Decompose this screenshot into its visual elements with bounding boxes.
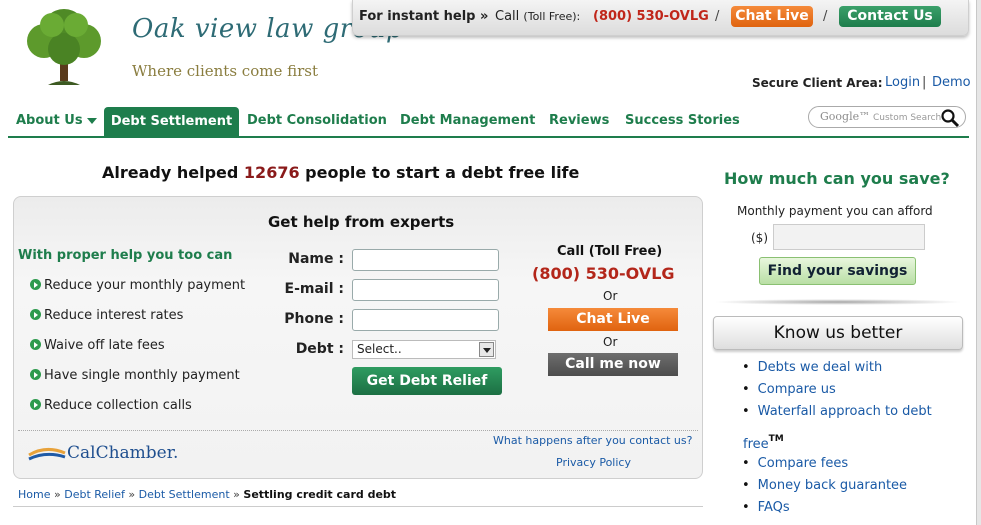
divider	[13, 506, 703, 507]
breadcrumb-current: Settling credit card debt	[243, 488, 397, 501]
arrow-bullet-icon	[30, 339, 41, 350]
know-link-waterfall-cont[interactable]: freeTM	[743, 434, 784, 452]
benefit-item: Reduce collection calls	[30, 398, 192, 413]
get-debt-relief-button[interactable]: Get Debt Relief	[352, 367, 502, 395]
benefit-item: Reduce your monthly payment	[30, 278, 245, 293]
nav-debt-consolidation[interactable]: Debt Consolidation	[247, 113, 387, 128]
breadcrumb-debt-relief[interactable]: Debt Relief	[64, 488, 125, 501]
phone-label: Phone :	[284, 311, 344, 327]
dollar-label: ($)	[751, 231, 768, 245]
phone-field[interactable]	[352, 309, 499, 331]
instant-help-bar: For instant help » Call (Toll Free): (80…	[352, 0, 969, 36]
debt-label: Debt :	[295, 341, 344, 357]
search-placeholder: Google™ Custom Search	[820, 110, 942, 123]
call-label: Call (Toll Free):	[495, 9, 581, 24]
benefit-item: Have single monthly payment	[30, 368, 240, 383]
call-phone-number[interactable]: (800) 530-OVLG	[532, 264, 675, 283]
nav-success-stories[interactable]: Success Stories	[625, 113, 740, 128]
login-link[interactable]: Login	[885, 75, 920, 90]
chat-live-button[interactable]: Chat Live	[731, 6, 813, 27]
call-toll-free-label: Call (Toll Free)	[557, 244, 663, 259]
name-field[interactable]	[352, 249, 499, 271]
dropdown-arrow-icon[interactable]	[479, 342, 494, 357]
name-label: Name :	[288, 251, 344, 267]
debt-select-value: Select..	[357, 342, 402, 356]
know-link-guarantee[interactable]: Money back guarantee	[742, 478, 907, 493]
scrollbar[interactable]	[976, 0, 981, 525]
know-link-faqs[interactable]: FAQs	[742, 500, 790, 515]
monthly-payment-label: Monthly payment you can afford	[737, 204, 933, 218]
benefit-item: Reduce interest rates	[30, 308, 183, 323]
separator: /	[715, 9, 720, 24]
nav-debt-settlement[interactable]: Debt Settlement	[104, 107, 239, 137]
know-link-compare[interactable]: Compare us	[742, 382, 836, 397]
know-link-debts[interactable]: Debts we deal with	[742, 360, 883, 375]
or-text: Or	[603, 335, 618, 349]
brand-tagline: Where clients come first	[132, 62, 318, 80]
secure-separator: |	[922, 75, 927, 90]
divider	[18, 430, 698, 431]
find-savings-button[interactable]: Find your savings	[759, 257, 916, 285]
or-text: Or	[603, 289, 618, 303]
nav-debt-management[interactable]: Debt Management	[400, 113, 535, 128]
what-happens-link[interactable]: What happens after you contact us?	[493, 434, 692, 447]
panel-title: Get help from experts	[268, 213, 455, 231]
oak-tree-logo	[27, 9, 101, 85]
savings-title: How much can you save?	[724, 169, 950, 188]
calchamber-swoosh-icon	[28, 448, 66, 461]
contact-us-button[interactable]: Contact Us	[839, 6, 941, 27]
helped-headline: Already helped 12676 people to start a d…	[102, 163, 580, 182]
debt-select[interactable]: Select..	[352, 340, 496, 359]
breadcrumb-debt-settlement[interactable]: Debt Settlement	[139, 488, 230, 501]
email-label: E-mail :	[284, 281, 344, 297]
arrow-bullet-icon	[30, 369, 41, 380]
arrow-bullet-icon	[30, 279, 41, 290]
nav-underline	[8, 136, 969, 138]
divider	[713, 299, 963, 305]
with-help-heading: With proper help you too can	[18, 248, 233, 263]
helped-count: 12676	[243, 163, 300, 182]
breadcrumb-home[interactable]: Home	[18, 488, 50, 501]
call-me-now-button[interactable]: Call me now	[548, 353, 678, 376]
calchamber-logo: CalChamber.	[28, 443, 188, 465]
know-link-fees[interactable]: Compare fees	[742, 456, 848, 471]
arrow-bullet-icon	[30, 399, 41, 410]
benefit-item: Waive off late fees	[30, 338, 165, 353]
nav-reviews[interactable]: Reviews	[549, 113, 609, 128]
search-icon[interactable]	[940, 108, 960, 128]
know-link-waterfall[interactable]: Waterfall approach to debt	[742, 404, 932, 419]
nav-about-us[interactable]: About Us	[16, 113, 97, 128]
monthly-payment-input[interactable]	[773, 224, 925, 250]
separator: /	[823, 9, 828, 24]
helpbar-phone[interactable]: (800) 530-OVLG	[593, 9, 709, 24]
chevron-down-icon	[86, 117, 97, 124]
breadcrumb: Home » Debt Relief » Debt Settlement » S…	[18, 488, 397, 501]
demo-link[interactable]: Demo	[932, 75, 971, 90]
instant-help-label: For instant help »	[359, 9, 489, 24]
secure-area-label: Secure Client Area:	[752, 76, 883, 90]
know-us-title: Know us better	[773, 323, 903, 343]
privacy-policy-link[interactable]: Privacy Policy	[556, 456, 631, 469]
chat-live-button[interactable]: Chat Live	[548, 308, 678, 331]
arrow-bullet-icon	[30, 309, 41, 320]
email-field[interactable]	[352, 279, 499, 301]
